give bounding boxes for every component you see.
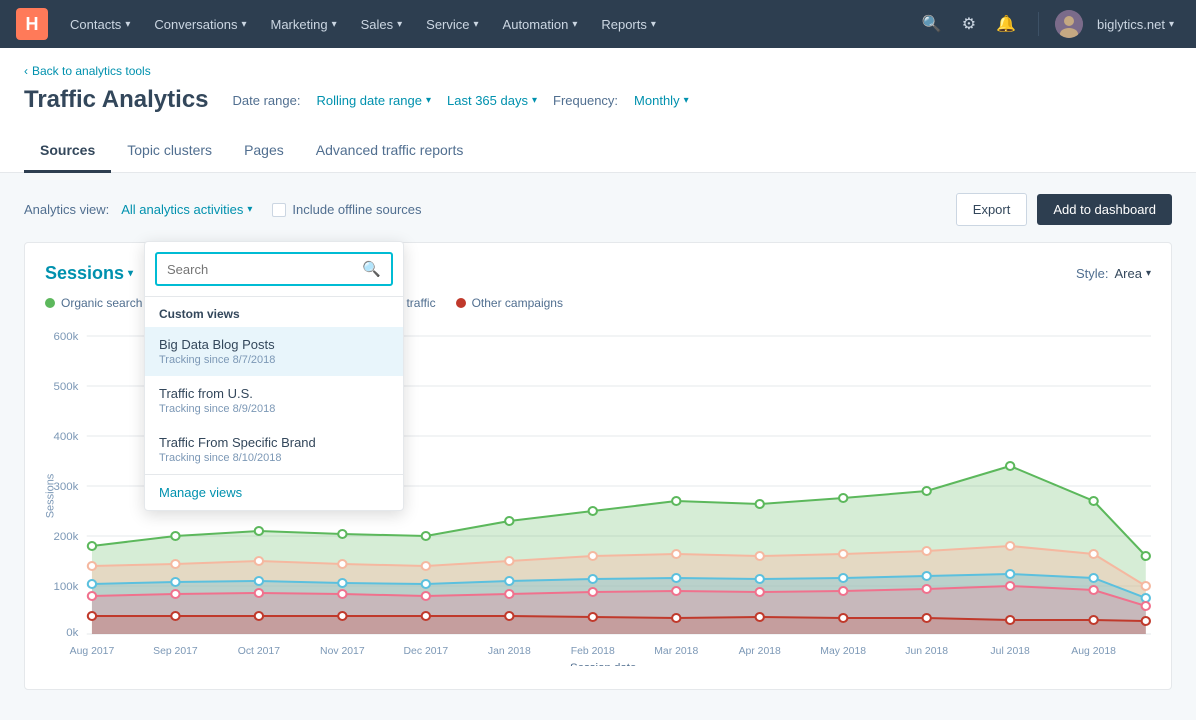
- nav-item-reports[interactable]: Reports ▾: [591, 11, 666, 38]
- include-offline-checkbox-row: Include offline sources: [272, 202, 421, 217]
- svg-text:0k: 0k: [66, 627, 79, 639]
- svg-text:Dec 2017: Dec 2017: [404, 646, 449, 657]
- nav-account[interactable]: biglytics.net ▾: [1091, 13, 1180, 36]
- dropdown-search-area: 🔍: [145, 242, 403, 297]
- manage-views-link[interactable]: Manage views: [145, 474, 403, 510]
- svg-text:Oct 2017: Oct 2017: [238, 646, 281, 657]
- svg-text:600k: 600k: [54, 331, 79, 343]
- svg-text:Sessions: Sessions: [45, 473, 56, 518]
- svg-text:Mar 2018: Mar 2018: [654, 646, 698, 657]
- chevron-down-icon: ▾: [247, 204, 252, 215]
- dropdown-section-title: Custom views: [145, 297, 403, 327]
- svg-text:Jul 2018: Jul 2018: [990, 646, 1030, 657]
- dropdown-list: Big Data Blog Posts Tracking since 8/7/2…: [145, 327, 403, 474]
- search-icon[interactable]: 🔍: [352, 254, 391, 284]
- nav-item-service[interactable]: Service ▾: [416, 11, 488, 38]
- svg-text:Sep 2017: Sep 2017: [153, 646, 198, 657]
- chevron-down-icon: ▾: [426, 95, 431, 106]
- nav-item-contacts[interactable]: Contacts ▾: [60, 11, 140, 38]
- sub-header: ‹ Back to analytics tools Traffic Analyt…: [0, 48, 1196, 173]
- legend-other-campaigns: Other campaigns: [456, 296, 563, 310]
- dropdown-item-2[interactable]: Traffic From Specific Brand Tracking sin…: [145, 425, 403, 474]
- svg-text:Jan 2018: Jan 2018: [488, 646, 531, 657]
- svg-text:Apr 2018: Apr 2018: [739, 646, 782, 657]
- bell-icon[interactable]: 🔔: [990, 10, 1022, 38]
- analytics-view-dropdown[interactable]: All analytics activities ▾: [121, 202, 252, 217]
- analytics-row: Analytics view: All analytics activities…: [24, 193, 1172, 226]
- svg-text:Nov 2017: Nov 2017: [320, 646, 365, 657]
- search-icon[interactable]: 🔍: [916, 10, 948, 38]
- date-range-label: Date range:: [233, 93, 301, 108]
- chevron-down-icon: ▾: [532, 95, 537, 106]
- svg-text:Aug 2017: Aug 2017: [70, 646, 115, 657]
- back-link[interactable]: ‹ Back to analytics tools: [24, 64, 1172, 78]
- chevron-down-icon: ▾: [332, 19, 337, 30]
- export-button[interactable]: Export: [956, 193, 1028, 226]
- svg-text:100k: 100k: [54, 581, 79, 593]
- chevron-down-icon: ▾: [125, 19, 130, 30]
- nav-item-automation[interactable]: Automation ▾: [493, 11, 588, 38]
- include-offline-checkbox[interactable]: [272, 203, 286, 217]
- nav-divider: [1038, 12, 1039, 36]
- avatar[interactable]: [1055, 10, 1083, 38]
- chevron-down-icon: ▾: [397, 19, 402, 30]
- page-title: Traffic Analytics: [24, 86, 209, 114]
- svg-text:Session date: Session date: [570, 662, 636, 666]
- svg-text:300k: 300k: [54, 481, 79, 493]
- chevron-down-icon: ▾: [1146, 268, 1151, 279]
- analytics-view-popup: 🔍 Custom views Big Data Blog Posts Track…: [144, 241, 404, 511]
- tab-sources[interactable]: Sources: [24, 130, 111, 173]
- search-input[interactable]: [157, 256, 352, 283]
- main-content: Analytics view: All analytics activities…: [0, 173, 1196, 710]
- gear-icon[interactable]: ⚙: [956, 10, 982, 38]
- svg-text:Aug 2018: Aug 2018: [1071, 646, 1116, 657]
- style-control: Style: Area ▾: [1076, 266, 1151, 281]
- svg-text:May 2018: May 2018: [820, 646, 866, 657]
- frequency-dropdown[interactable]: Monthly ▾: [634, 93, 689, 108]
- legend-dot-other: [456, 298, 466, 308]
- tab-topic-clusters[interactable]: Topic clusters: [111, 130, 228, 173]
- svg-text:H: H: [26, 14, 39, 34]
- style-dropdown[interactable]: Area ▾: [1115, 266, 1152, 281]
- date-range-secondary-dropdown[interactable]: Last 365 days ▾: [447, 93, 537, 108]
- tab-advanced[interactable]: Advanced traffic reports: [300, 130, 480, 173]
- chevron-down-icon: ▾: [651, 19, 656, 30]
- style-label: Style:: [1076, 266, 1109, 281]
- svg-text:500k: 500k: [54, 381, 79, 393]
- chevron-down-icon: ▾: [1169, 19, 1174, 30]
- svg-text:Jun 2018: Jun 2018: [905, 646, 948, 657]
- hubspot-logo[interactable]: H: [16, 8, 48, 40]
- add-to-dashboard-button[interactable]: Add to dashboard: [1037, 194, 1172, 225]
- chevron-down-icon: ▾: [128, 268, 133, 279]
- nav-item-sales[interactable]: Sales ▾: [351, 11, 413, 38]
- header-controls: Date range: Rolling date range ▾ Last 36…: [233, 93, 689, 108]
- chevron-left-icon: ‹: [24, 64, 28, 78]
- sessions-dropdown[interactable]: Sessions ▾: [45, 263, 133, 284]
- chevron-down-icon: ▾: [572, 19, 577, 30]
- chevron-down-icon: ▾: [474, 19, 479, 30]
- legend-organic-search: Organic search: [45, 296, 142, 310]
- search-input-wrap: 🔍: [155, 252, 393, 286]
- chevron-down-icon: ▾: [684, 95, 689, 106]
- svg-text:400k: 400k: [54, 431, 79, 443]
- frequency-label: Frequency:: [553, 93, 618, 108]
- dropdown-item-0[interactable]: Big Data Blog Posts Tracking since 8/7/2…: [145, 327, 403, 376]
- tab-pages[interactable]: Pages: [228, 130, 300, 173]
- svg-text:Feb 2018: Feb 2018: [571, 646, 615, 657]
- nav-item-marketing[interactable]: Marketing ▾: [260, 11, 346, 38]
- date-range-dropdown[interactable]: Rolling date range ▾: [316, 93, 431, 108]
- tab-bar: Sources Topic clusters Pages Advanced tr…: [24, 130, 1172, 172]
- nav-item-conversations[interactable]: Conversations ▾: [144, 11, 256, 38]
- dropdown-item-1[interactable]: Traffic from U.S. Tracking since 8/9/201…: [145, 376, 403, 425]
- chevron-down-icon: ▾: [241, 19, 246, 30]
- header-actions: Export Add to dashboard: [956, 193, 1172, 226]
- top-nav: H Contacts ▾ Conversations ▾ Marketing ▾…: [0, 0, 1196, 48]
- nav-icons: 🔍 ⚙ 🔔 biglytics.net ▾: [916, 10, 1180, 38]
- analytics-view-label: Analytics view:: [24, 202, 109, 217]
- svg-text:200k: 200k: [54, 531, 79, 543]
- legend-dot-organic: [45, 298, 55, 308]
